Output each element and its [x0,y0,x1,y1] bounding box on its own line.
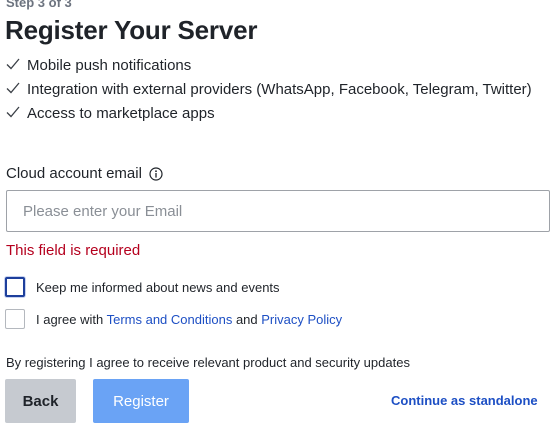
feature-item: Access to marketplace apps [6,102,536,125]
feature-label: Integration with external providers (Wha… [27,81,532,98]
step-indicator: Step 3 of 3 [6,0,72,10]
feature-item: Mobile push notifications [6,54,536,77]
registration-disclaimer: By registering I agree to receive releva… [6,355,410,370]
privacy-policy-link[interactable]: Privacy Policy [261,312,342,327]
email-label-text: Cloud account email [6,165,142,182]
news-updates-label: Keep me informed about news and events [36,279,280,295]
terms-and-conditions-link[interactable]: Terms and Conditions [107,312,233,327]
news-updates-option[interactable]: Keep me informed about news and events [5,277,280,297]
terms-prefix: I agree with [36,311,107,327]
check-icon [6,82,20,94]
terms-label: I agree with Terms and Conditions and Pr… [36,312,342,327]
feature-label: Mobile push notifications [27,57,192,74]
email-error-message: This field is required [6,242,141,259]
page-title: Register Your Server [5,15,258,45]
feature-list: Mobile push notifications Integration wi… [6,54,536,126]
continue-standalone-link[interactable]: Continue as standalone [391,393,538,409]
register-button[interactable]: Register [93,379,189,423]
check-icon [6,58,20,70]
info-icon[interactable] [149,167,163,181]
feature-label: Access to marketplace apps [27,105,215,122]
terms-agreement-option[interactable]: I agree with Terms and Conditions and Pr… [5,309,342,329]
back-button[interactable]: Back [5,379,76,423]
email-field-label: Cloud account email [6,164,163,184]
terms-checkbox[interactable] [5,309,25,329]
email-input[interactable] [6,190,550,232]
terms-conjunction: and [232,311,262,327]
check-icon [6,106,20,118]
news-updates-checkbox[interactable] [5,277,25,297]
feature-item: Integration with external providers (Wha… [6,78,536,101]
